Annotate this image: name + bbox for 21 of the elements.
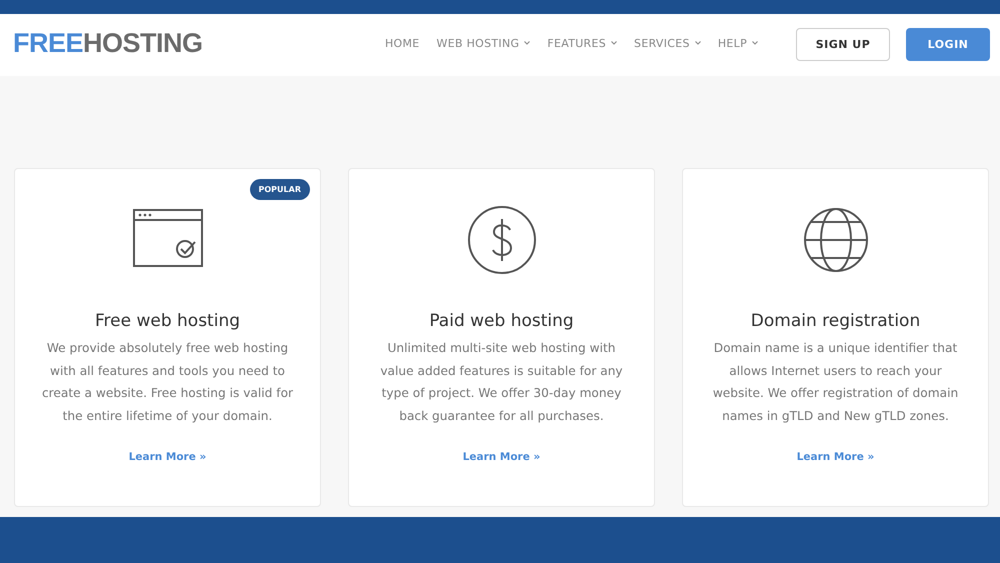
browser-window-icon <box>132 209 202 267</box>
card-title: Paid web hosting <box>429 311 574 331</box>
nav-link[interactable]: HELP <box>718 36 758 50</box>
card-title: Free web hosting <box>94 311 240 331</box>
card-description: Unlimited multi-site web hosting with value added features is suitable for any type of project. We offer 30-day money back guarantee for all purchases. <box>379 340 624 424</box>
nav-link[interactable]: FEATURES <box>547 36 618 50</box>
popular-badge: POPULAR <box>250 179 310 200</box>
card-description: Domain name is a unique identifier that allows Internet users to reach your website. We offer registration of domain names in gTLD and New gTLD zones. <box>712 340 960 424</box>
card-title: Domain registration <box>750 311 920 331</box>
signup-button[interactable]: SIGN UP <box>796 28 890 60</box>
nav-link[interactable]: SERVICES <box>634 36 701 50</box>
card-description: We provide absolutely free web hosting with all features and tools you need to create a website. Free hosting is valid for the entire lifetime of your domain. <box>40 340 294 424</box>
nav-link[interactable]: HOME <box>384 36 420 50</box>
login-button[interactable]: LOGIN <box>906 28 990 60</box>
dollar-icon <box>466 205 536 275</box>
globe-icon <box>802 205 868 275</box>
learn-more-link[interactable]: Learn More » <box>128 451 206 463</box>
nav-link[interactable]: WEB HOSTING <box>436 36 530 50</box>
learn-more-link[interactable]: Learn More » <box>796 451 874 463</box>
logo[interactable]: FREEHOSTING <box>13 28 203 58</box>
learn-more-link[interactable]: Learn More » <box>462 451 540 463</box>
